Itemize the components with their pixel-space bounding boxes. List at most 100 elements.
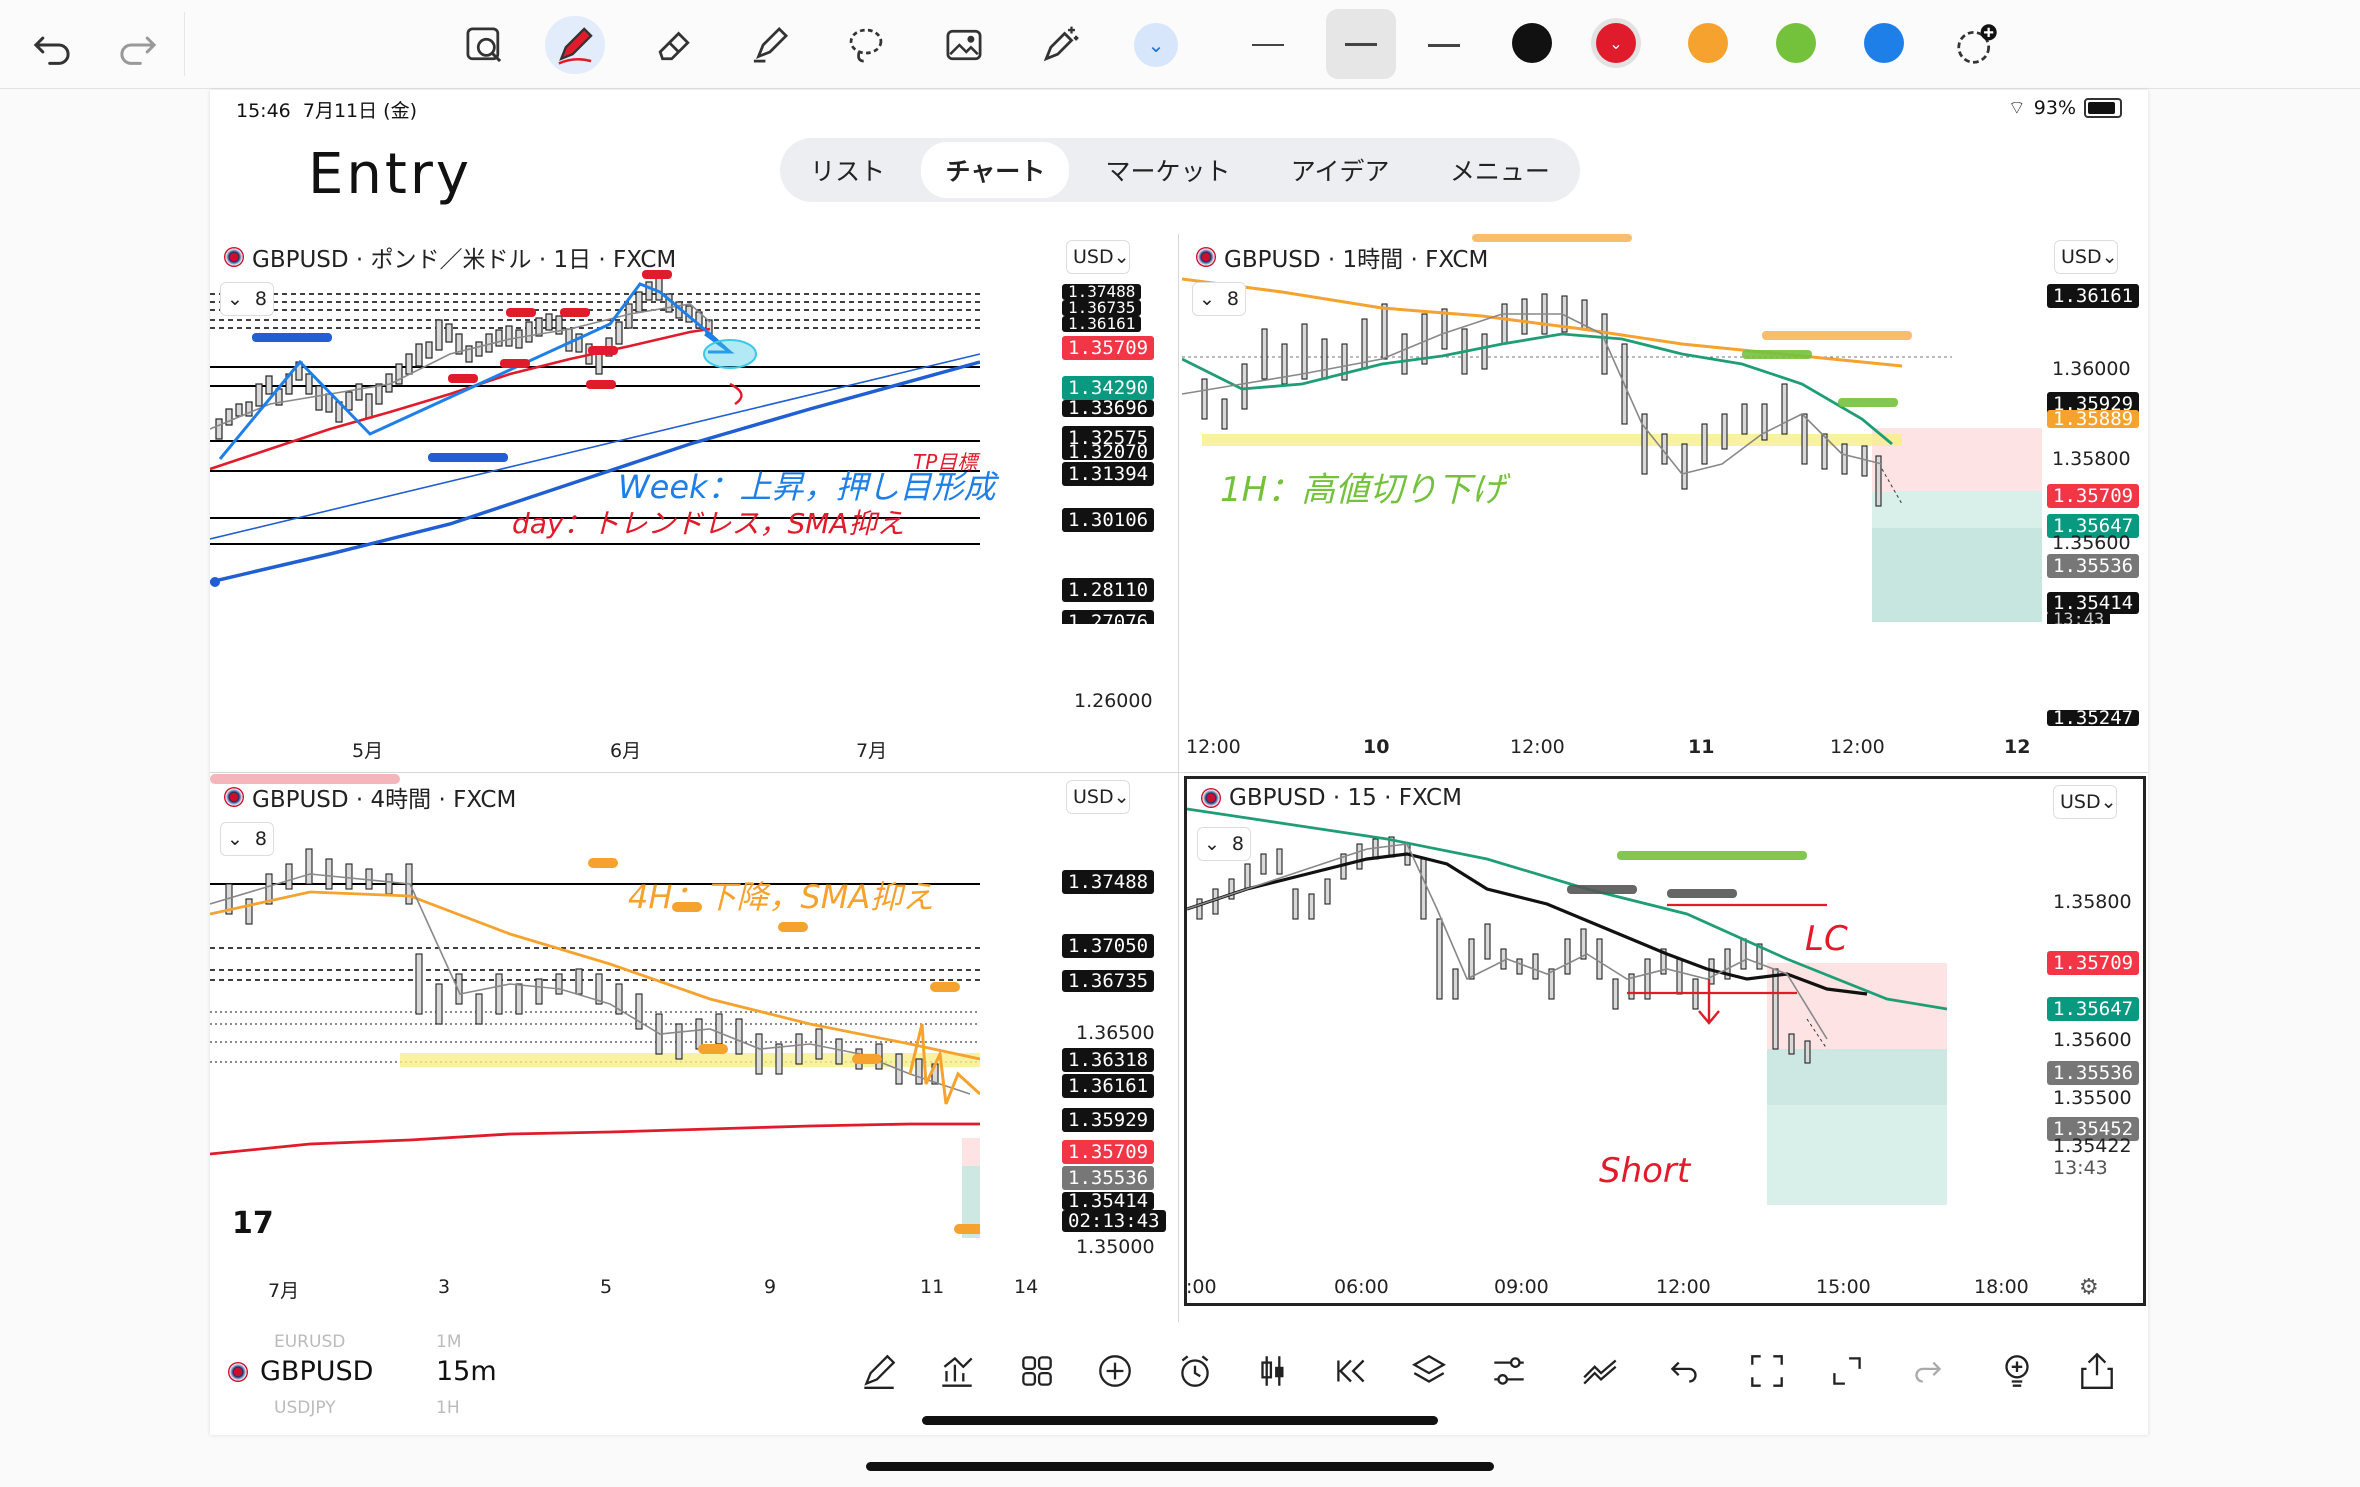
tradingview-logo: 17 <box>232 1206 274 1241</box>
h4-x-0: 7月 <box>268 1280 300 1302</box>
nav-markets[interactable]: マーケット <box>1081 142 1254 198</box>
m15-currency-select[interactable]: USD ⌄ <box>2053 785 2117 819</box>
m15-candles <box>1196 836 1811 1064</box>
h1-indicator-toggle[interactable]: ⌄ 8 <box>1192 282 1246 316</box>
daily-currency-select[interactable]: USD ⌄ <box>1066 240 1130 274</box>
m15-sma-gray <box>1187 843 1828 1040</box>
nav-menu[interactable]: メニュー <box>1426 142 1574 198</box>
chart-panel-15m[interactable]: GBPUSD · 15 · FXCM USD ⌄ ⌄ 8 LC Short 1.35… <box>1184 776 2146 1306</box>
redo-button[interactable] <box>108 16 168 74</box>
share-icon[interactable] <box>2076 1350 2118 1392</box>
h4-currency-select[interactable]: USD ⌄ <box>1066 780 1130 814</box>
daily-chart-canvas <box>210 234 1176 624</box>
h1-x-5: 12 <box>2004 736 2031 758</box>
tp-note: TP目標 <box>913 450 978 474</box>
short-note: Short <box>1599 1151 1691 1191</box>
indicators-icon[interactable] <box>936 1350 978 1392</box>
settings-sliders-icon[interactable] <box>1488 1350 1530 1392</box>
m15-x-2: 09:00 <box>1494 1276 1549 1298</box>
fullscreen-icon[interactable] <box>1826 1350 1868 1392</box>
undo-button[interactable] <box>22 16 82 74</box>
chart-bottom-toolbar: EURUSD 1M GBPUSD 15m USDJPY 1H <box>210 1322 2148 1422</box>
chevron-down-icon: ⌄ <box>1198 288 1215 310</box>
layers-icon[interactable] <box>1408 1350 1450 1392</box>
symbol-picker[interactable]: GBPUSD <box>228 1356 373 1387</box>
tv-nav-bar: リスト チャート マーケット アイデア メニュー <box>780 138 1580 202</box>
daily-scale-low: 1.26000 <box>1074 690 1153 712</box>
color-green-swatch[interactable] <box>1776 23 1816 63</box>
image-tool-button[interactable] <box>934 16 994 74</box>
m15-x-1: 06:00 <box>1334 1276 1389 1298</box>
idea-bulb-icon[interactable] <box>1996 1350 2038 1392</box>
screenshot-icon[interactable] <box>1746 1350 1788 1392</box>
stroke-thin-button[interactable] <box>1238 16 1298 74</box>
chevron-down-icon: ⌄ <box>2100 791 2117 813</box>
m15-chart-title: GBPUSD · 15 · FXCM <box>1201 785 1462 811</box>
outer-home-indicator <box>866 1462 1494 1471</box>
redo-arrow-icon[interactable] <box>1906 1350 1948 1392</box>
add-icon[interactable] <box>1094 1350 1136 1392</box>
m15-chart-canvas <box>1187 779 2143 1303</box>
nav-list[interactable]: リスト <box>786 142 909 198</box>
undo-arrow-icon[interactable] <box>1664 1350 1706 1392</box>
color-black-swatch[interactable] <box>1512 23 1552 63</box>
interval-picker[interactable]: 15m <box>436 1356 497 1387</box>
drawing-tools-icon[interactable] <box>858 1350 900 1392</box>
nav-ideas[interactable]: アイデア <box>1267 142 1414 198</box>
color-orange-swatch[interactable] <box>1688 23 1728 63</box>
chevron-down-icon: ⌄ <box>2101 246 2118 268</box>
tool-options-button[interactable]: ⌄ <box>1126 16 1186 74</box>
chart-panel-daily[interactable]: GBPUSD · ポンド／米ドル · 1日 · FXCM USD ⌄ ⌄ 8 Wee… <box>210 234 1176 624</box>
lasso-tool-button[interactable] <box>836 16 896 74</box>
gb-flag-icon <box>228 1361 248 1382</box>
eraser-tool-button[interactable] <box>644 16 704 74</box>
zoom-tool-button[interactable] <box>454 16 514 74</box>
h4-note: 4H：下降，SMA抑え <box>628 878 935 916</box>
h1-currency-select[interactable]: USD ⌄ <box>2054 240 2118 274</box>
toolbar-divider <box>184 12 185 76</box>
stroke-thick-button[interactable] <box>1414 16 1474 74</box>
alarm-icon[interactable] <box>1174 1350 1216 1392</box>
highlighter-tool-button[interactable] <box>740 16 800 74</box>
color-blue-swatch[interactable] <box>1864 23 1904 63</box>
lasso-icon <box>849 28 883 63</box>
battery-icon <box>2084 98 2122 118</box>
layout-grid-icon[interactable] <box>1016 1350 1058 1392</box>
m15-x-5: 18:00 <box>1974 1276 2029 1298</box>
chart-panel-1h[interactable]: GBPUSD · 1時間 · FXCM USD ⌄ ⌄ 8 1H：高値切り下げ 1.… <box>1182 234 2148 624</box>
compare-icon[interactable] <box>1580 1350 1622 1392</box>
h4-chart-canvas <box>210 774 1176 1292</box>
replay-icon[interactable] <box>1330 1350 1372 1392</box>
candle-type-icon[interactable] <box>1252 1350 1294 1392</box>
add-color-button[interactable] <box>1946 16 2006 74</box>
daily-indicator-toggle[interactable]: ⌄ 8 <box>220 282 274 316</box>
chevron-down-icon: ⌄ <box>1134 23 1178 67</box>
medium-line-icon <box>1345 42 1377 46</box>
m15-x-3: 12:00 <box>1656 1276 1711 1298</box>
stroke-medium-button[interactable] <box>1326 9 1396 79</box>
symbol-picker-next: USDJPY <box>274 1398 336 1418</box>
wifi-icon: ⌔ <box>2007 97 2026 119</box>
thick-line-icon <box>1428 43 1460 47</box>
h1-x-3: 11 <box>1688 736 1715 758</box>
settings-gear-icon[interactable]: ⚙ <box>2079 1275 2099 1300</box>
lc-note: LC <box>1805 919 1848 959</box>
daily-x-may: 5月 <box>352 740 384 762</box>
m15-x-0: :00 <box>1186 1276 1217 1298</box>
sparkle-pen-button[interactable] <box>1030 16 1090 74</box>
chart-panel-4h[interactable]: GBPUSD · 4時間 · FXCM USD ⌄ ⌄ 8 4H：下降，SMA抑え … <box>210 774 1176 1292</box>
h4-indicator-toggle[interactable]: ⌄ 8 <box>220 822 274 856</box>
eraser-icon <box>658 31 690 61</box>
h4-x-4: 11 <box>920 1276 945 1298</box>
daily-chart-title: GBPUSD · ポンド／米ドル · 1日 · FXCM <box>224 240 676 274</box>
m15-indicator-toggle[interactable]: ⌄ 8 <box>1197 827 1251 861</box>
nav-chart[interactable]: チャート <box>921 142 1070 198</box>
daily-x-jun: 6月 <box>610 740 642 762</box>
entry-note: Entry <box>308 142 472 207</box>
color-red-swatch[interactable]: ⌄ <box>1596 23 1636 63</box>
h4-chart-title: GBPUSD · 4時間 · FXCM <box>224 780 516 814</box>
daily-x-jul: 7月 <box>856 740 888 762</box>
pen-tool-button[interactable] <box>545 16 605 74</box>
m15-x-4: 15:00 <box>1816 1276 1871 1298</box>
h4-x-2: 5 <box>600 1276 613 1298</box>
